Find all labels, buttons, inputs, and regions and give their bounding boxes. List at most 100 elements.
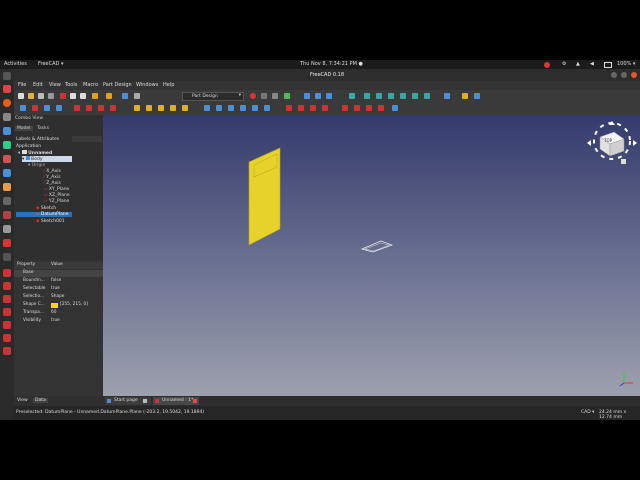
color-swatch[interactable] (51, 302, 58, 308)
software-icon[interactable] (3, 183, 11, 191)
copy-icon[interactable] (70, 93, 76, 99)
navcube-menu-icon[interactable] (621, 159, 626, 164)
close-tab-icon[interactable] (193, 399, 197, 403)
undo-icon[interactable] (92, 93, 98, 99)
settings-icon[interactable]: ⚙ (562, 61, 566, 67)
window-titlebar[interactable]: FreeCAD 0.18 (14, 69, 640, 81)
tree-item-sketch[interactable]: ◆ Sketch (36, 206, 56, 211)
groove-icon[interactable] (228, 105, 234, 111)
save-icon[interactable] (38, 93, 44, 99)
activities-button[interactable]: Activities (4, 61, 27, 67)
freecad-icon[interactable] (3, 239, 11, 247)
menu-part-design[interactable]: Part Design (103, 82, 132, 88)
pocket-icon[interactable] (204, 105, 210, 111)
minimize-button[interactable] (611, 72, 617, 78)
subtractive-pipe-icon[interactable] (252, 105, 258, 111)
mirrored-icon[interactable] (286, 105, 292, 111)
fit-all-icon[interactable] (304, 93, 310, 99)
datum-plane-icon[interactable] (98, 105, 104, 111)
open-icon[interactable] (28, 93, 34, 99)
part-icon[interactable] (462, 93, 468, 99)
subtractive-loft-icon[interactable] (240, 105, 246, 111)
group-icon[interactable] (474, 93, 480, 99)
property-group[interactable]: Base (14, 270, 103, 277)
menu-edit[interactable]: Edit (33, 82, 43, 88)
view-rear-icon[interactable] (400, 93, 406, 99)
pipe-icon[interactable] (170, 105, 176, 111)
media-icon[interactable] (3, 211, 11, 219)
cut-icon[interactable] (60, 93, 66, 99)
tab-data[interactable]: Data (33, 398, 48, 403)
help-icon[interactable] (3, 197, 11, 205)
menu-help[interactable]: Help (163, 82, 174, 88)
create-sketch-icon[interactable] (32, 105, 38, 111)
tab-view[interactable]: View (17, 398, 28, 403)
menu-macro[interactable]: Macro (83, 82, 98, 88)
navcube-left-arrow[interactable] (587, 140, 591, 146)
fit-selection-icon[interactable] (315, 93, 321, 99)
additive-primitive-icon[interactable] (182, 105, 188, 111)
calc-icon[interactable] (3, 141, 11, 149)
view-left-icon[interactable] (424, 93, 430, 99)
network-icon[interactable]: ▲ (576, 61, 580, 67)
body-icon[interactable] (20, 105, 26, 111)
menu-view[interactable]: View (49, 82, 61, 88)
draft-icon[interactable] (366, 105, 372, 111)
view-top-icon[interactable] (376, 93, 382, 99)
settings-app-icon[interactable] (3, 225, 11, 233)
polar-pattern-icon[interactable] (310, 105, 316, 111)
tree-item-body[interactable]: ▾ Body (22, 156, 72, 162)
freecad-instance-icon[interactable] (3, 334, 11, 342)
3d-viewport[interactable]: TOP (103, 115, 640, 396)
battery-label[interactable]: 100% ▾ (617, 61, 635, 67)
freecad-instance-icon[interactable] (3, 308, 11, 316)
tree-item-x-axis[interactable]: ⁄ X_Axis (44, 169, 61, 174)
property-row[interactable]: Boundin... false (14, 278, 103, 285)
macros-icon[interactable] (272, 93, 278, 99)
freecad-instance-icon[interactable] (3, 295, 11, 303)
fillet-icon[interactable] (342, 105, 348, 111)
sketch001-outline[interactable] (360, 240, 394, 253)
view-right-icon[interactable] (388, 93, 394, 99)
text-editor-icon[interactable] (3, 169, 11, 177)
workbench-selector[interactable]: Part Design ▾ (182, 92, 244, 101)
impress-icon[interactable] (3, 155, 11, 163)
validate-sketch-icon[interactable] (44, 105, 50, 111)
view-axo-icon[interactable] (349, 93, 355, 99)
tree-item-yz-plane[interactable]: ▱ YZ_Plane (44, 199, 69, 204)
chamfer-icon[interactable] (354, 105, 360, 111)
maximize-button[interactable] (621, 72, 627, 78)
tab-model[interactable]: Model (15, 126, 33, 131)
measure-icon[interactable] (444, 93, 450, 99)
tree-item-y-axis[interactable]: ⁄ Y_Axis (44, 175, 61, 180)
thickness-icon[interactable] (378, 105, 384, 111)
freecad-instance-icon[interactable] (3, 269, 11, 277)
tree-item-datumplane[interactable]: ▱ DatumPlane (16, 212, 72, 217)
print-icon[interactable] (48, 93, 54, 99)
view-front-icon[interactable] (364, 93, 370, 99)
menu-file[interactable]: File (18, 82, 26, 88)
navigation-cube[interactable]: TOP (587, 121, 637, 164)
redo-icon[interactable] (106, 93, 112, 99)
close-tab-icon[interactable] (143, 399, 147, 403)
datum-line-icon[interactable] (86, 105, 92, 111)
navigation-style-selector[interactable]: CAD ▾ (581, 410, 594, 415)
refresh-icon[interactable] (122, 93, 128, 99)
close-button[interactable] (631, 72, 637, 78)
navcube-right-arrow[interactable] (633, 140, 637, 146)
macro-run-icon[interactable] (284, 93, 290, 99)
tree-item-xz-plane[interactable]: ▱ XZ_Plane (44, 193, 70, 198)
tab-unnamed[interactable]: Unnamed : 1* (153, 397, 199, 405)
property-row[interactable]: Selectio... Shape (14, 294, 103, 301)
hole-icon[interactable] (216, 105, 222, 111)
tree-item-xy-plane[interactable]: ▱ XY_Plane (44, 187, 69, 192)
freecad-instance-icon[interactable] (3, 282, 11, 290)
writer-icon[interactable] (3, 127, 11, 135)
tab-tasks[interactable]: Tasks (35, 126, 51, 131)
local-cs-icon[interactable] (110, 105, 116, 111)
macro-record-icon[interactable] (250, 93, 256, 99)
menu-tools[interactable]: Tools (65, 82, 77, 88)
boolean-icon[interactable] (392, 105, 398, 111)
datum-plane-shape[interactable] (248, 147, 281, 246)
new-icon[interactable] (18, 93, 24, 99)
